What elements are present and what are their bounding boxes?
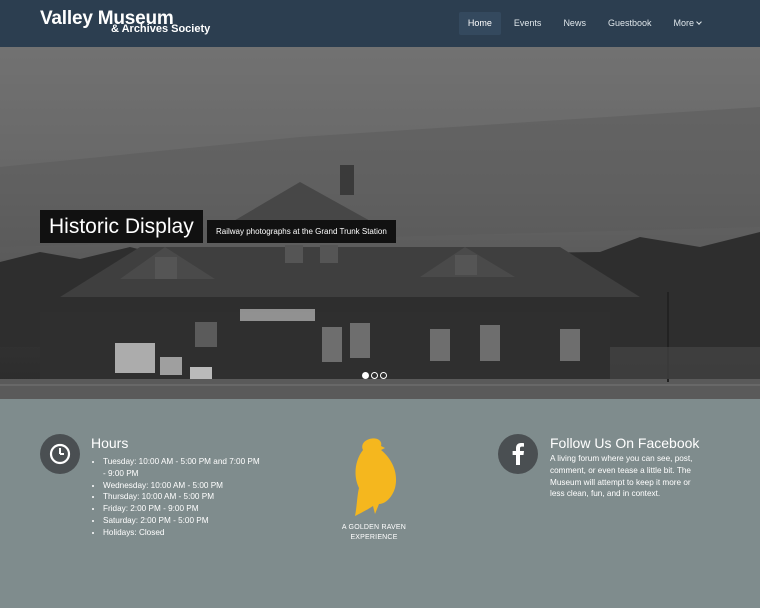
- carousel-indicators: [362, 372, 387, 379]
- brand-subtitle: & Archives Society: [111, 23, 211, 35]
- list-item: Thursday: 10:00 AM - 5:00 PM: [103, 491, 263, 503]
- facebook-title[interactable]: Follow Us On Facebook: [550, 435, 699, 451]
- main-nav: Home Events News Guestbook More: [455, 12, 710, 35]
- list-item: Saturday: 2:00 PM - 5:00 PM: [103, 515, 263, 527]
- clock-icon: [40, 434, 80, 474]
- carousel-dot-3[interactable]: [380, 372, 387, 379]
- chevron-down-icon: [696, 19, 702, 25]
- nav-guestbook[interactable]: Guestbook: [599, 12, 661, 35]
- site-logo[interactable]: Valley Museum & Archives Society: [40, 8, 210, 35]
- hero-title: Historic Display: [40, 210, 203, 243]
- hours-list: Tuesday: 10:00 AM - 5:00 PM and 7:00 PM …: [103, 456, 263, 539]
- logo-line-1: A GOLDEN RAVEN: [341, 524, 407, 531]
- facebook-description: A living forum where you can see, post, …: [550, 454, 693, 499]
- nav-more[interactable]: More: [664, 12, 710, 35]
- golden-raven-logo: [355, 438, 397, 516]
- hero-carousel[interactable]: Historic Display Railway photographs at …: [0, 47, 760, 399]
- nav-home[interactable]: Home: [458, 12, 501, 35]
- carousel-dot-2[interactable]: [371, 372, 378, 379]
- list-item: Tuesday: 10:00 AM - 5:00 PM and 7:00 PM …: [103, 456, 263, 480]
- logo-caption: A GOLDEN RAVEN EXPERIENCE: [330, 523, 418, 543]
- nav-more-label: More: [673, 18, 694, 28]
- nav-events[interactable]: Events: [505, 12, 551, 35]
- site-header: Valley Museum & Archives Society Home Ev…: [0, 0, 760, 47]
- list-item: Wednesday: 10:00 AM - 5:00 PM: [103, 480, 263, 492]
- list-item: Holidays: Closed: [103, 527, 263, 539]
- list-item: Friday: 2:00 PM - 9:00 PM: [103, 503, 263, 515]
- logo-line-2: EXPERIENCE: [350, 534, 398, 541]
- facebook-icon[interactable]: [498, 434, 538, 474]
- nav-news[interactable]: News: [554, 12, 595, 35]
- hours-title: Hours: [91, 435, 129, 451]
- hero-subtitle: Railway photographs at the Grand Trunk S…: [207, 220, 396, 243]
- carousel-dot-1[interactable]: [362, 372, 369, 379]
